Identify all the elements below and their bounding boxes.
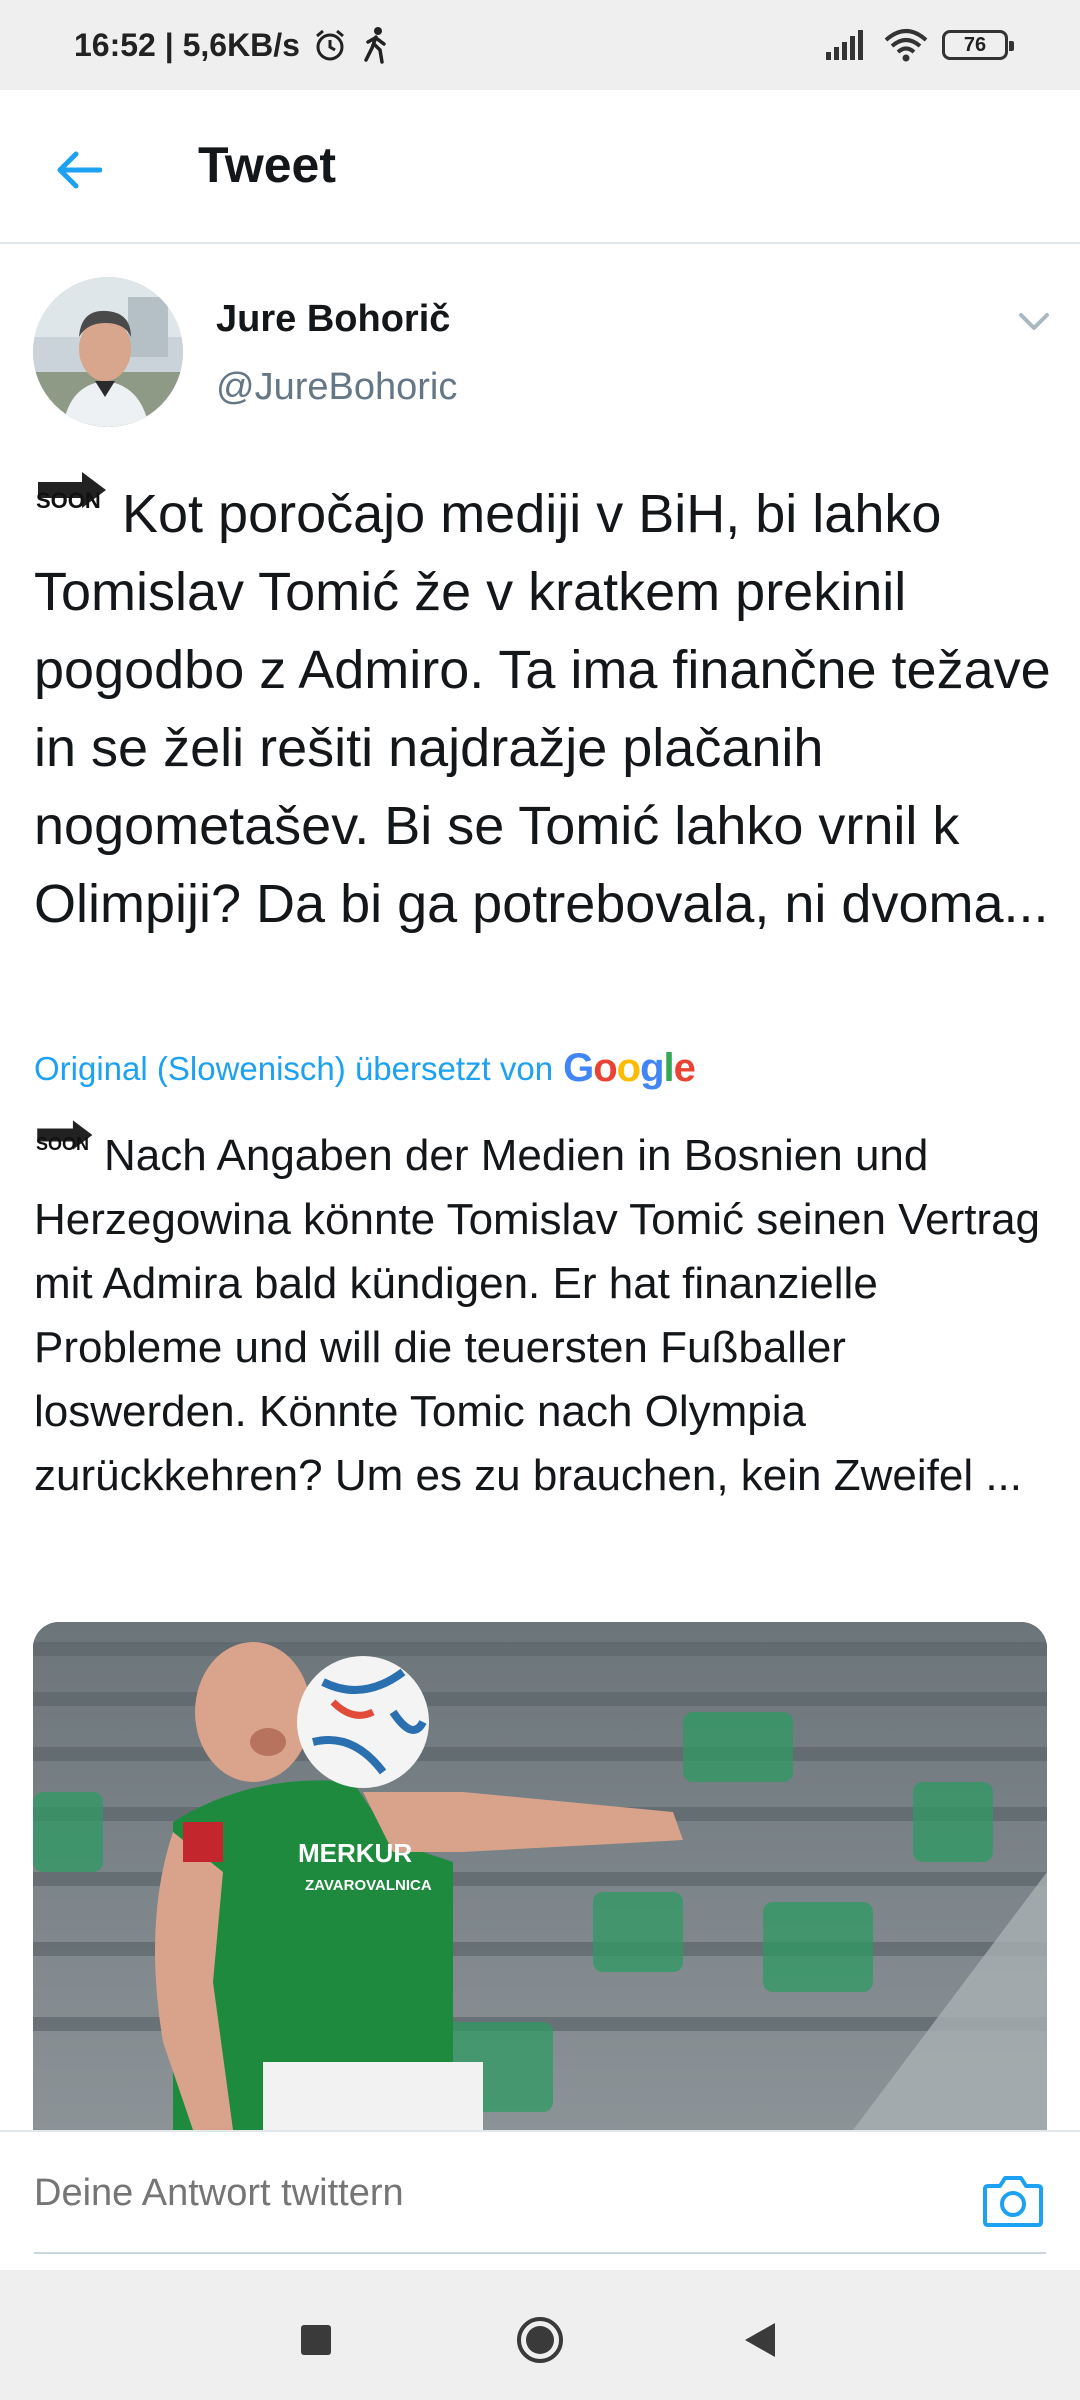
- author-name[interactable]: Jure Bohorič: [216, 298, 450, 341]
- alarm-icon: [316, 29, 344, 61]
- battery-icon: 76: [942, 30, 1014, 60]
- square-icon: [301, 2325, 331, 2355]
- page-title: Tweet: [198, 137, 336, 193]
- circle-icon: [517, 2317, 563, 2363]
- soon-arrow-icon: SOON: [34, 470, 108, 538]
- status-right: 76: [826, 28, 1014, 62]
- tweet-media-image[interactable]: MERKUR ZAVAROVALNICA: [33, 1622, 1047, 2130]
- wifi-icon: [884, 29, 928, 62]
- svg-text:ZAVAROVALNICA: ZAVAROVALNICA: [305, 1877, 432, 1894]
- system-nav-bar: [0, 2270, 1080, 2400]
- triangle-back-icon: [745, 2323, 775, 2357]
- back-nav-button[interactable]: [730, 2310, 790, 2370]
- reply-input[interactable]: [34, 2172, 934, 2215]
- translated-body: Nach Angaben der Medien in Bosnien und H…: [34, 1131, 1041, 1500]
- soon-label: SOON: [36, 488, 101, 513]
- translation-attribution[interactable]: Original (Slowenisch) übersetzt von Goog…: [34, 1046, 696, 1091]
- arrow-left-icon: [57, 151, 102, 189]
- avatar[interactable]: [33, 277, 183, 427]
- soon-arrow-icon: SOON: [34, 1118, 94, 1174]
- home-button[interactable]: [510, 2310, 570, 2370]
- camera-button[interactable]: [982, 2172, 1044, 2228]
- google-logo: Google: [563, 1046, 696, 1090]
- recents-button[interactable]: [286, 2310, 346, 2370]
- svg-text:MERKUR: MERKUR: [298, 1838, 412, 1868]
- reply-underline: [34, 2252, 1046, 2254]
- walking-icon: [364, 27, 386, 64]
- status-time-speed: 16:52 | 5,6KB/s: [74, 26, 300, 63]
- soon-label: SOON: [36, 1134, 90, 1154]
- status-bar: 16:52 | 5,6KB/s 76: [0, 0, 1080, 90]
- tweet-text: SOON Kot poročajo mediji v BiH, bi lahko…: [34, 470, 1054, 943]
- signal-icon: [826, 30, 863, 60]
- author-handle[interactable]: @JureBohoric: [216, 366, 457, 409]
- header: Tweet: [0, 90, 1080, 244]
- translation-label: Original (Slowenisch) übersetzt von: [34, 1049, 554, 1087]
- translated-text: SOON Nach Angaben der Medien in Bosnien …: [34, 1118, 1054, 1508]
- back-button[interactable]: [48, 140, 108, 200]
- camera-icon: [983, 2176, 1043, 2227]
- more-options-button[interactable]: [1012, 300, 1056, 344]
- avatar-image: [33, 277, 183, 427]
- tweet-body: Kot poročajo mediji v BiH, bi lahko Tomi…: [34, 484, 1051, 934]
- chevron-down-icon: [1019, 313, 1049, 330]
- battery-level: 76: [963, 33, 987, 56]
- reply-bar: [0, 2130, 1080, 2270]
- status-left: 16:52 | 5,6KB/s: [74, 26, 392, 64]
- football-player-photo: MERKUR ZAVAROVALNICA: [33, 1622, 1047, 2130]
